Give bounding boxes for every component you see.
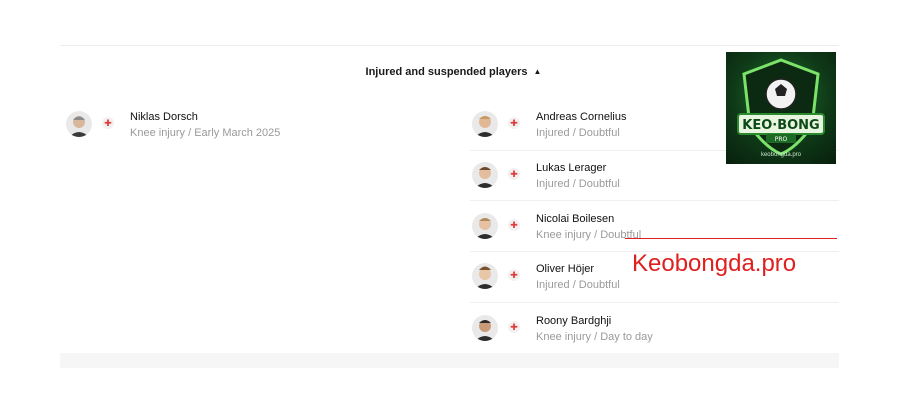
player-status: Injured / Doubtful <box>536 178 620 190</box>
player-status: Injured / Doubtful <box>536 279 620 291</box>
row-divider <box>470 200 839 201</box>
player-name: Niklas Dorsch <box>130 111 198 123</box>
player-status: Knee injury / Day to day <box>536 331 653 343</box>
watermark-underline <box>625 238 837 239</box>
injury-cross-icon: ✚ <box>508 117 520 129</box>
player-avatar-icon <box>472 213 498 239</box>
player-avatar-icon <box>472 315 498 341</box>
player-name: Oliver Höjer <box>536 263 595 275</box>
bottom-band <box>60 353 839 368</box>
logo-caption: keobongda.pro <box>760 152 802 158</box>
row-divider <box>470 302 839 303</box>
player-status: Knee injury / Early March 2025 <box>130 127 281 139</box>
player-status: Injured / Doubtful <box>536 127 620 139</box>
section-title: Injured and suspended players <box>365 66 528 78</box>
watermark-text: Keobongda.pro <box>632 250 797 277</box>
watermark-logo: KEO·BONG PRO keobongda.pro <box>726 52 836 164</box>
svg-text:KEO·BONG: KEO·BONG <box>742 118 819 133</box>
away-player-row[interactable]: ✚ Lukas Lerager Injured / Doubtful <box>472 162 832 212</box>
injury-cross-icon: ✚ <box>508 219 520 231</box>
player-avatar-icon <box>472 263 498 289</box>
svg-text:PRO: PRO <box>775 136 788 143</box>
player-avatar-icon <box>66 111 92 137</box>
player-name: Lukas Lerager <box>536 162 607 174</box>
injury-cross-icon: ✚ <box>102 117 114 129</box>
player-avatar-icon <box>472 111 498 137</box>
player-name: Roony Bardghji <box>536 315 612 327</box>
injury-cross-icon: ✚ <box>508 321 520 333</box>
injury-cross-icon: ✚ <box>508 269 520 281</box>
player-avatar-icon <box>472 162 498 188</box>
player-name: Nicolai Boilesen <box>536 213 615 225</box>
injury-cross-icon: ✚ <box>508 168 520 180</box>
home-player-row[interactable]: ✚ Niklas Dorsch Knee injury / Early Marc… <box>66 111 446 161</box>
player-status: Knee injury / Doubtful <box>536 229 642 241</box>
section-divider <box>60 45 839 46</box>
player-name: Andreas Cornelius <box>536 111 627 123</box>
caret-up-icon: ▲ <box>533 67 542 76</box>
